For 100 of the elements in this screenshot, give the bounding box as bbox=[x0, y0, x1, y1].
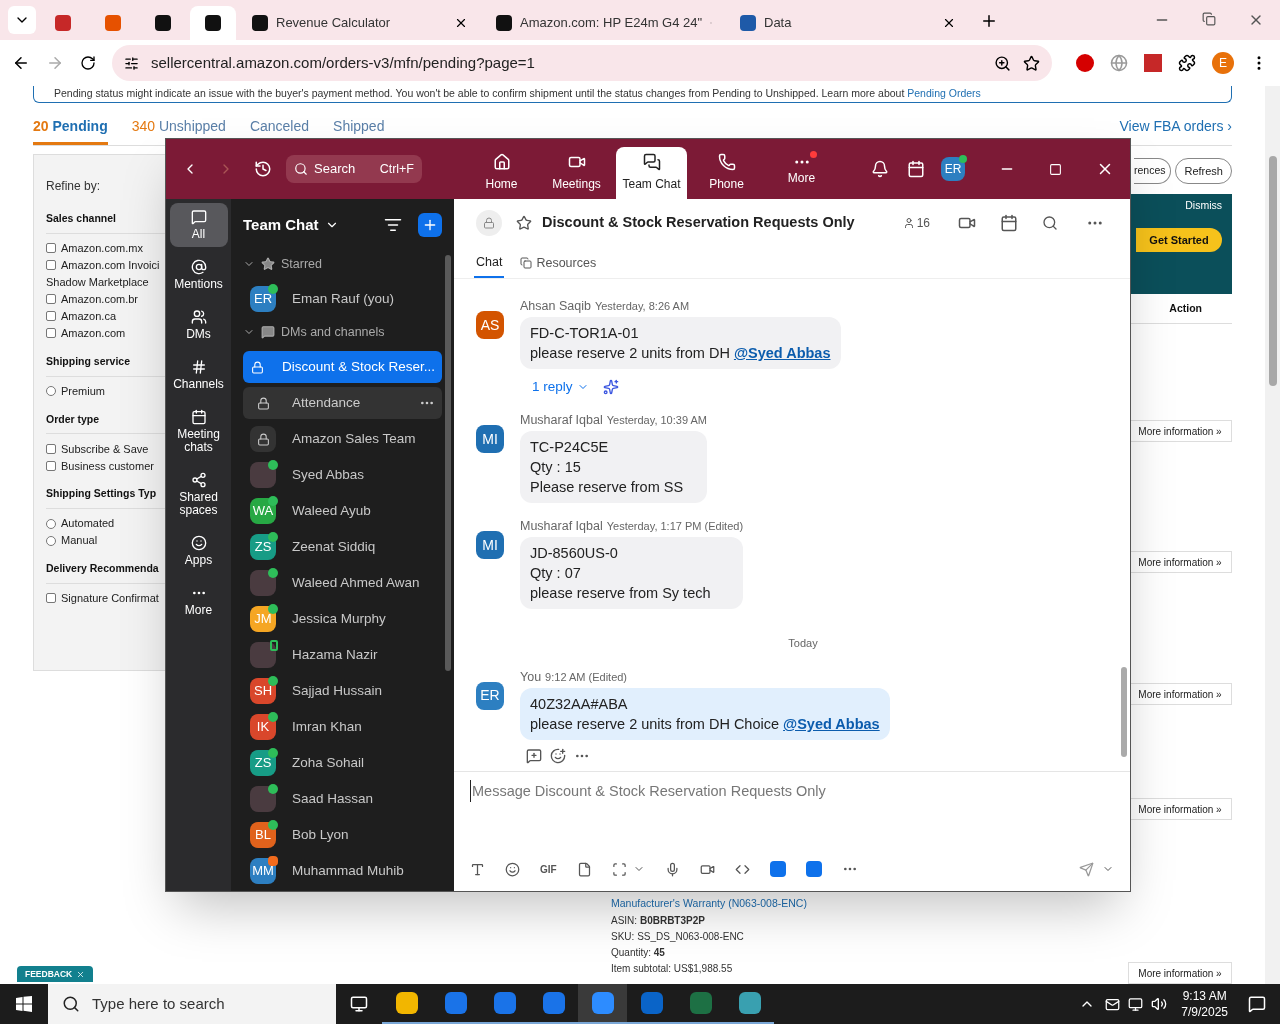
gif-button[interactable]: GIF bbox=[540, 861, 557, 877]
bookmark-star-icon[interactable] bbox=[1023, 54, 1040, 72]
nav-tab[interactable]: Team Chat bbox=[616, 147, 687, 199]
mention-link[interactable]: @Syed Abbas bbox=[733, 345, 831, 361]
file-icon[interactable] bbox=[576, 861, 592, 877]
get-started-button[interactable]: Get Started bbox=[1136, 227, 1222, 252]
browser-tab[interactable]: Amazon.com: HP E24m G4 24" bbox=[484, 6, 724, 40]
checkbox[interactable] bbox=[46, 294, 56, 305]
more-information-button[interactable]: More information » bbox=[1128, 683, 1232, 705]
order-status-tab[interactable]: 340 Unshipped bbox=[131, 119, 226, 133]
checkbox[interactable] bbox=[46, 593, 56, 604]
zoom-icon[interactable] bbox=[994, 54, 1011, 72]
chat-list-item[interactable]: MM Muhammad Muhib bbox=[243, 855, 442, 887]
restore-icon[interactable] bbox=[1202, 12, 1216, 26]
reply-count-link[interactable]: 1 reply bbox=[532, 377, 589, 398]
screenshot-icon[interactable] bbox=[611, 861, 627, 877]
new-tab-icon[interactable] bbox=[980, 12, 998, 30]
app-icon[interactable] bbox=[769, 861, 786, 877]
mention-link[interactable]: @Syed Abbas bbox=[783, 715, 880, 732]
history-icon[interactable] bbox=[254, 160, 272, 178]
volume-icon[interactable] bbox=[1151, 996, 1168, 1012]
star-icon[interactable] bbox=[516, 214, 532, 231]
emoji-icon[interactable] bbox=[505, 861, 520, 877]
notifications-icon[interactable] bbox=[871, 160, 889, 178]
chat-list-item[interactable]: ZS Zoha Sohail bbox=[243, 747, 442, 779]
nav-tab[interactable]: More bbox=[766, 147, 837, 199]
chat-list-item[interactable]: SH Sajjad Hussain bbox=[243, 675, 442, 707]
rail-item[interactable]: Mentions bbox=[169, 253, 228, 297]
more-information-button[interactable]: More information » bbox=[1128, 962, 1232, 984]
address-bar[interactable]: sellercentral.amazon.com/orders-v3/mfn/pending?page=1 bbox=[112, 45, 1052, 81]
taskbar-search-field[interactable]: Type here to search bbox=[48, 984, 336, 1024]
member-count[interactable]: 16 bbox=[902, 213, 930, 232]
filter-icon[interactable] bbox=[384, 216, 402, 234]
order-status-tab[interactable]: Shipped bbox=[333, 119, 385, 133]
chat-list-item[interactable]: ER Eman Rauf (you) bbox=[243, 283, 442, 315]
checkbox[interactable] bbox=[46, 460, 56, 471]
page-scrollbar[interactable] bbox=[1265, 86, 1280, 984]
network-icon[interactable] bbox=[1128, 996, 1144, 1012]
profile-avatar[interactable]: ER bbox=[941, 157, 965, 181]
task-view-icon[interactable] bbox=[350, 995, 368, 1013]
tab-search-button[interactable] bbox=[8, 6, 36, 34]
checkbox[interactable] bbox=[46, 328, 56, 339]
radio-button[interactable] bbox=[46, 535, 56, 546]
extensions-icon[interactable] bbox=[1178, 54, 1196, 72]
search-icon[interactable] bbox=[1042, 214, 1058, 231]
more-information-button[interactable]: More information » bbox=[1128, 551, 1232, 573]
maximize-icon[interactable] bbox=[1049, 162, 1062, 176]
chat-list-item[interactable]: BL Bob Lyon bbox=[243, 819, 442, 851]
checkbox[interactable] bbox=[46, 260, 56, 271]
chat-list-item[interactable]: JM Jessica Murphy bbox=[243, 603, 442, 635]
calendar-icon[interactable] bbox=[907, 160, 925, 178]
rail-item[interactable]: DMs bbox=[169, 303, 228, 347]
nav-tab[interactable]: Phone bbox=[691, 147, 762, 199]
tray-icon[interactable] bbox=[1105, 996, 1121, 1012]
chat-list-item[interactable]: Discount & Stock Reser... bbox=[243, 351, 442, 383]
nav-tab[interactable]: Meetings bbox=[541, 147, 612, 199]
pending-orders-link[interactable]: Pending Orders bbox=[907, 87, 981, 100]
checkbox[interactable] bbox=[46, 311, 56, 322]
chat-list-item[interactable]: IK Imran Khan bbox=[243, 711, 442, 743]
chat-list-item[interactable]: Attendance bbox=[243, 387, 442, 419]
reload-icon[interactable] bbox=[80, 55, 96, 71]
checkbox[interactable] bbox=[46, 243, 56, 254]
microphone-icon[interactable] bbox=[664, 861, 680, 877]
globe-icon[interactable] bbox=[1110, 54, 1128, 72]
reply-icon[interactable] bbox=[526, 747, 542, 764]
nav-tab[interactable]: Home bbox=[466, 147, 537, 199]
back-icon[interactable] bbox=[12, 54, 30, 72]
message-input[interactable]: Message Discount & Stock Reservation Requests Only bbox=[470, 780, 1114, 802]
radio-button[interactable] bbox=[46, 518, 56, 529]
clock[interactable]: 9:13 AM 7/9/2025 bbox=[1181, 988, 1228, 1020]
chat-tab[interactable]: Chat bbox=[474, 248, 505, 278]
radio-button[interactable] bbox=[46, 386, 56, 396]
sparkle-icon[interactable] bbox=[602, 379, 619, 396]
chat-list-item[interactable]: Hazama Nazir bbox=[243, 639, 442, 671]
feedback-tab[interactable]: FEEDBACK bbox=[17, 966, 94, 982]
warranty-link[interactable]: Manufacturer's Warranty (N063-008-ENC) bbox=[611, 896, 807, 912]
more-information-button[interactable]: More information » bbox=[1128, 420, 1232, 442]
notification-center-icon[interactable] bbox=[1248, 995, 1266, 1013]
send-icon[interactable] bbox=[1079, 861, 1094, 877]
section-header[interactable]: Starred bbox=[231, 251, 454, 277]
new-chat-button[interactable] bbox=[418, 213, 442, 237]
order-status-tab[interactable]: 20 Pending bbox=[33, 119, 108, 145]
section-header[interactable]: DMs and channels bbox=[231, 319, 454, 345]
sidebar-scrollbar[interactable] bbox=[445, 255, 451, 671]
extension-icon[interactable] bbox=[1076, 54, 1094, 72]
order-status-tab[interactable]: Canceled bbox=[249, 119, 310, 133]
chat-tab[interactable]: Resources bbox=[518, 248, 599, 278]
format-text-icon[interactable] bbox=[470, 861, 485, 877]
search-field[interactable]: Search Ctrl+F bbox=[286, 155, 422, 183]
chat-list-item[interactable]: ZS Zeenat Siddiq bbox=[243, 531, 442, 563]
app-icon[interactable] bbox=[805, 861, 822, 877]
site-info-icon[interactable] bbox=[124, 55, 139, 71]
calendar-icon[interactable] bbox=[1000, 213, 1018, 232]
rail-item[interactable]: All bbox=[169, 203, 228, 247]
chat-list-item[interactable]: Saad Hassan bbox=[243, 783, 442, 815]
browser-tab[interactable]: Revenue Calculator bbox=[240, 6, 480, 40]
more-information-button[interactable]: More information » bbox=[1128, 798, 1232, 820]
dismiss-link[interactable]: Dismiss bbox=[1185, 198, 1222, 214]
checkbox[interactable] bbox=[46, 443, 56, 454]
view-fba-orders-link[interactable]: View FBA orders › bbox=[1119, 119, 1232, 133]
